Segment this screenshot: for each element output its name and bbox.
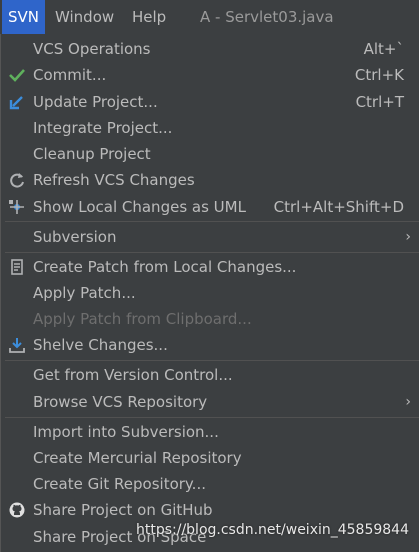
shortcut-label: Ctrl+Alt+Shift+D [273, 198, 404, 216]
menu-item-browse-vcs-repository[interactable]: Browse VCS Repository › [1, 389, 419, 415]
menu-item-label: Create Mercurial Repository [33, 449, 242, 467]
menu-item-label: Browse VCS Repository [33, 393, 208, 411]
menu-svn[interactable]: SVN [2, 0, 46, 34]
menu-help[interactable]: Help [132, 0, 166, 34]
shortcut-label: Ctrl+T [355, 93, 404, 111]
check-icon [7, 62, 27, 88]
watermark-text: https://blog.csdn.net/weixin_45859844 [135, 522, 409, 538]
menu-item-apply-patch[interactable]: Apply Patch... [1, 280, 419, 306]
menu-item-integrate-project[interactable]: Integrate Project... [1, 115, 419, 141]
menu-item-create-mercurial[interactable]: Create Mercurial Repository [1, 445, 419, 471]
refresh-icon [7, 167, 27, 193]
separator [5, 360, 419, 361]
menu-item-label: Commit... [33, 66, 107, 84]
menu-item-commit[interactable]: Commit... Ctrl+K [1, 62, 419, 88]
shortcut-label: Ctrl+K [354, 66, 404, 84]
menu-item-label: Import into Subversion... [33, 423, 219, 441]
chevron-right-icon: › [405, 229, 411, 245]
menu-item-label: Show Local Changes as UML [33, 198, 246, 216]
menu-item-vcs-operations[interactable]: VCS Operations Alt+` [1, 36, 419, 62]
github-icon [7, 497, 27, 523]
menu-item-share-github[interactable]: Share Project on GitHub [1, 497, 419, 523]
menu-item-cleanup-project[interactable]: Cleanup Project [1, 141, 419, 167]
window-title: A - Servlet03.java [200, 8, 334, 26]
menu-item-label: Create Patch from Local Changes... [33, 258, 297, 276]
separator [5, 221, 419, 222]
menu-item-label: Subversion [33, 228, 117, 246]
menu-item-create-patch[interactable]: Create Patch from Local Changes... [1, 254, 419, 280]
menu-item-label: Apply Patch from Clipboard... [33, 310, 252, 328]
menu-item-label: Get from Version Control... [33, 366, 233, 384]
shortcut-label: Alt+` [363, 40, 404, 58]
menu-item-import-subversion[interactable]: Import into Subversion... [1, 419, 419, 445]
menu-item-subversion[interactable]: Subversion › [1, 224, 419, 250]
uml-icon [7, 194, 27, 220]
menu-item-label: Shelve Changes... [33, 336, 168, 354]
shelve-icon [7, 332, 27, 358]
menubar: SVN Window Help A - Servlet03.java [0, 0, 419, 34]
menu-item-label: Refresh VCS Changes [33, 171, 195, 189]
menu-window[interactable]: Window [55, 0, 114, 34]
update-arrow-icon [7, 89, 27, 115]
menu-item-label: Update Project... [33, 93, 158, 111]
separator [5, 252, 419, 253]
menu-item-label: Integrate Project... [33, 119, 173, 137]
menu-item-label: Cleanup Project [33, 145, 151, 163]
menu-item-label: VCS Operations [33, 40, 151, 58]
menu-item-shelve-changes[interactable]: Shelve Changes... [1, 332, 419, 358]
menu-item-get-from-version-control[interactable]: Get from Version Control... [1, 362, 419, 388]
menu-item-refresh-vcs[interactable]: Refresh VCS Changes [1, 167, 419, 193]
menu-item-label: Share Project on GitHub [33, 501, 213, 519]
svn-dropdown-menu: VCS Operations Alt+` Commit... Ctrl+K Up… [0, 34, 419, 552]
menu-item-create-git[interactable]: Create Git Repository... [1, 471, 419, 497]
separator [5, 417, 419, 418]
menu-item-label: Apply Patch... [33, 284, 136, 302]
menu-item-label: Create Git Repository... [33, 475, 206, 493]
patch-icon [7, 254, 27, 280]
menu-item-show-local-changes-uml[interactable]: Show Local Changes as UML Ctrl+Alt+Shift… [1, 194, 419, 220]
menu-item-update-project[interactable]: Update Project... Ctrl+T [1, 89, 419, 115]
chevron-right-icon: › [405, 394, 411, 410]
menu-item-apply-patch-clipboard: Apply Patch from Clipboard... [1, 306, 419, 332]
